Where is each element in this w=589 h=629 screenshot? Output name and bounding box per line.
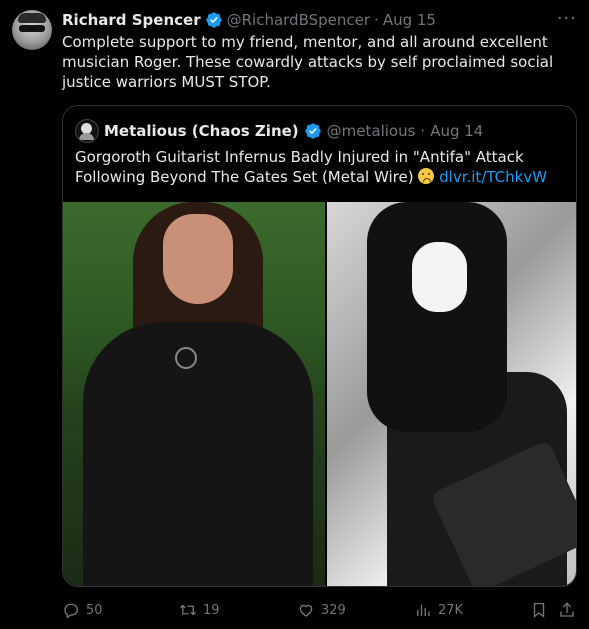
quote-date[interactable]: Aug 14 xyxy=(430,122,483,140)
views-count: 27K xyxy=(438,602,464,618)
quote-image-left[interactable] xyxy=(63,202,325,586)
quote-text-block: Gorgoroth Guitarist Infernus Badly Injur… xyxy=(75,147,565,187)
like-button[interactable]: 329 xyxy=(297,599,346,621)
quote-separator: · xyxy=(420,122,426,140)
quote-avatar[interactable] xyxy=(75,119,99,143)
image-face xyxy=(163,214,233,304)
reply-count: 50 xyxy=(86,602,103,618)
quoted-tweet[interactable]: Metalious (Chaos Zine) @metalious · Aug … xyxy=(62,105,577,587)
views-chart-icon xyxy=(417,604,430,616)
author-handle[interactable]: @RichardBSpencer xyxy=(227,11,370,29)
header-separator: · xyxy=(374,11,379,29)
quote-image-right[interactable] xyxy=(327,202,576,586)
quote-author-handle[interactable]: @metalious xyxy=(327,122,416,140)
retweet-count: 19 xyxy=(203,602,220,618)
share-icon xyxy=(560,602,574,617)
tweet-text: Complete support to my friend, mentor, a… xyxy=(62,33,554,91)
reply-button[interactable]: 50 xyxy=(62,599,103,621)
tweet-header: Richard Spencer @RichardBSpencer · Aug 1… xyxy=(62,10,436,30)
reply-icon xyxy=(64,603,79,619)
verified-badge-icon xyxy=(304,123,321,139)
sad-face-emoji-icon xyxy=(418,168,435,184)
avatar-hair xyxy=(18,13,46,23)
bookmark-button[interactable] xyxy=(530,599,548,621)
more-dots-icon[interactable]: ··· xyxy=(557,8,577,29)
retweet-button[interactable]: 19 xyxy=(179,599,220,621)
share-button[interactable] xyxy=(558,599,576,621)
image-pendant xyxy=(175,347,197,369)
quote-header: Metalious (Chaos Zine) @metalious · Aug … xyxy=(75,119,483,143)
tweet-date[interactable]: Aug 15 xyxy=(383,11,436,29)
image-face xyxy=(412,242,467,312)
bookmark-icon xyxy=(533,602,545,618)
like-count: 329 xyxy=(321,602,346,618)
action-bar: 50 19 329 27K xyxy=(62,599,577,621)
quote-author-name[interactable]: Metalious (Chaos Zine) xyxy=(104,122,299,140)
verified-badge-icon xyxy=(205,12,222,28)
retweet-icon xyxy=(180,604,196,616)
author-avatar[interactable] xyxy=(12,10,52,50)
image-body xyxy=(83,322,313,586)
views-button[interactable]: 27K xyxy=(414,599,463,621)
quote-link[interactable]: dlvr.it/TChkvW xyxy=(439,168,547,186)
heart-icon xyxy=(299,604,313,617)
author-name[interactable]: Richard Spencer xyxy=(62,11,201,29)
image-hair xyxy=(367,202,507,432)
avatar-sunglasses xyxy=(19,25,45,32)
